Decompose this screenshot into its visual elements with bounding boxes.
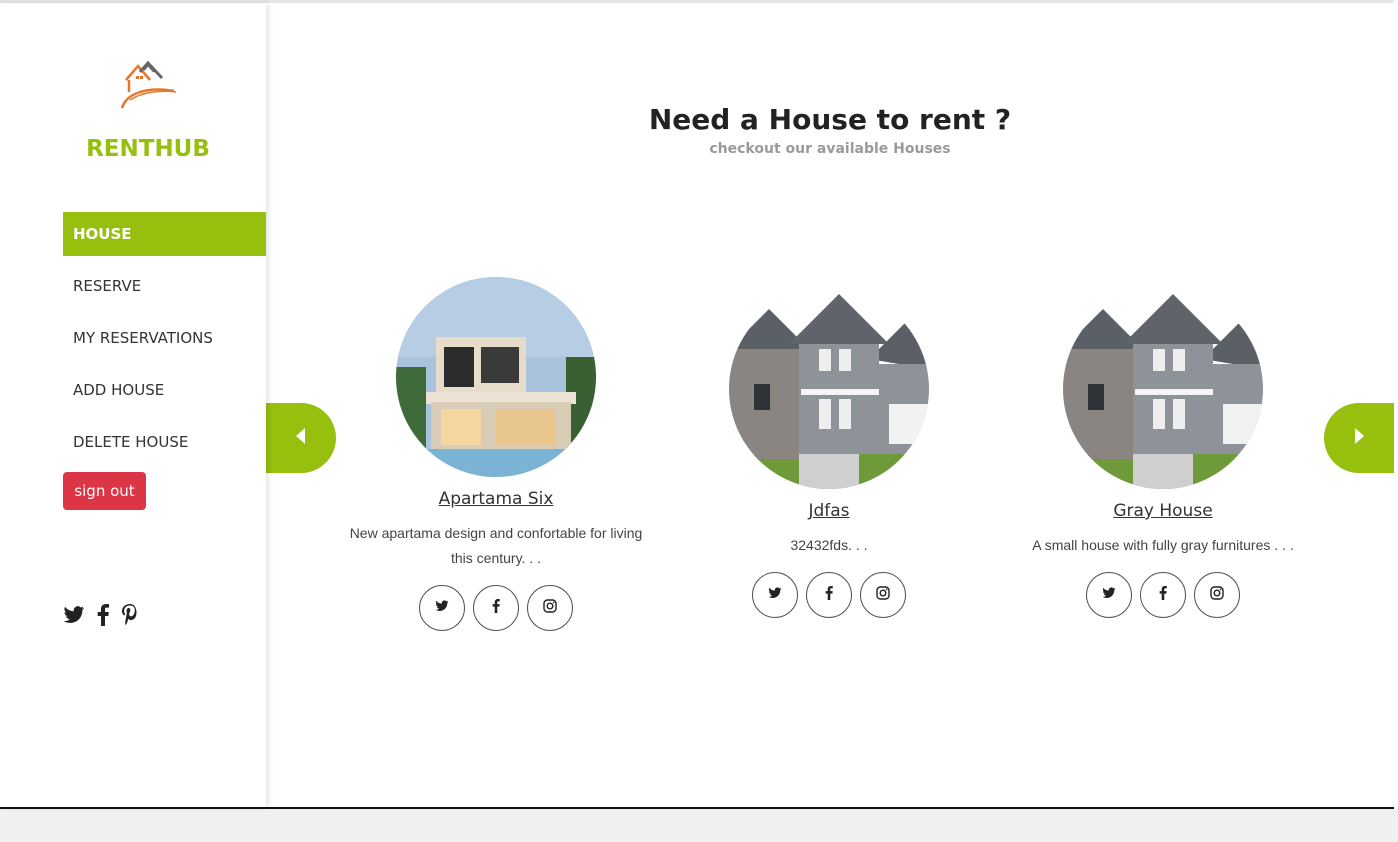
house-description: New apartama design and confortable for … <box>349 525 643 566</box>
house-photo <box>1063 289 1263 489</box>
twitter-icon[interactable] <box>63 605 85 625</box>
twitter-icon <box>1102 586 1116 604</box>
facebook-icon[interactable] <box>97 604 109 626</box>
twitter-icon <box>768 586 782 604</box>
facebook-icon <box>825 585 833 605</box>
instagram-button[interactable] <box>527 585 573 631</box>
house-name-link[interactable]: Apartama Six <box>439 489 554 509</box>
twitter-icon <box>435 599 449 617</box>
house-photo <box>396 277 596 477</box>
nav-item-delete-house[interactable]: DELETE HOUSE <box>63 420 266 464</box>
house-social-links <box>996 572 1330 618</box>
house-card: Apartama Six New apartama design and con… <box>329 277 663 631</box>
nav-item-house[interactable]: HOUSE <box>63 212 266 256</box>
nav-item-add-house[interactable]: ADD HOUSE <box>63 368 266 412</box>
caret-left-icon <box>296 427 306 449</box>
nav-item-reserve[interactable]: RESERVE <box>63 264 266 308</box>
house-description: 32432fds. . . <box>790 537 868 553</box>
sidebar: RENTHUB HOUSE RESERVE MY RESERVATIONS AD… <box>0 3 266 807</box>
instagram-icon <box>876 585 890 605</box>
instagram-icon <box>543 598 557 618</box>
house-photo <box>729 289 929 489</box>
facebook-icon <box>1159 585 1167 605</box>
facebook-icon <box>492 598 500 618</box>
house-card: Jdfas 32432fds. . . <box>662 289 996 618</box>
facebook-button[interactable] <box>1140 572 1186 618</box>
sidebar-social-links <box>63 604 139 626</box>
house-name-link[interactable]: Jdfas <box>808 501 849 521</box>
facebook-button[interactable] <box>806 572 852 618</box>
page-subtitle: checkout our available Houses <box>709 141 951 157</box>
facebook-button[interactable] <box>473 585 519 631</box>
carousel-prev-button[interactable] <box>266 403 336 473</box>
house-social-links <box>662 572 996 618</box>
scrollbar-gutter <box>1394 0 1398 809</box>
pinterest-icon[interactable] <box>121 604 139 626</box>
house-name-link[interactable]: Gray House <box>1113 501 1212 521</box>
nav-item-my-reservations[interactable]: MY RESERVATIONS <box>63 316 266 360</box>
brand-name: RENTHUB <box>86 136 210 162</box>
instagram-button[interactable] <box>1194 572 1240 618</box>
house-social-links <box>329 585 663 631</box>
carousel-next-button[interactable] <box>1324 403 1394 473</box>
sign-out-button[interactable]: sign out <box>63 472 146 510</box>
page-title: Need a House to rent ? <box>648 103 1012 136</box>
twitter-button[interactable] <box>419 585 465 631</box>
twitter-button[interactable] <box>1086 572 1132 618</box>
renthub-logo <box>116 58 178 114</box>
main-nav: HOUSE RESERVE MY RESERVATIONS ADD HOUSE … <box>63 212 266 472</box>
house-card: Gray House A small house with fully gray… <box>996 289 1330 618</box>
instagram-button[interactable] <box>860 572 906 618</box>
caret-right-icon <box>1354 427 1364 449</box>
instagram-icon <box>1210 585 1224 605</box>
house-description: A small house with fully gray furnitures… <box>1032 537 1294 553</box>
twitter-button[interactable] <box>752 572 798 618</box>
